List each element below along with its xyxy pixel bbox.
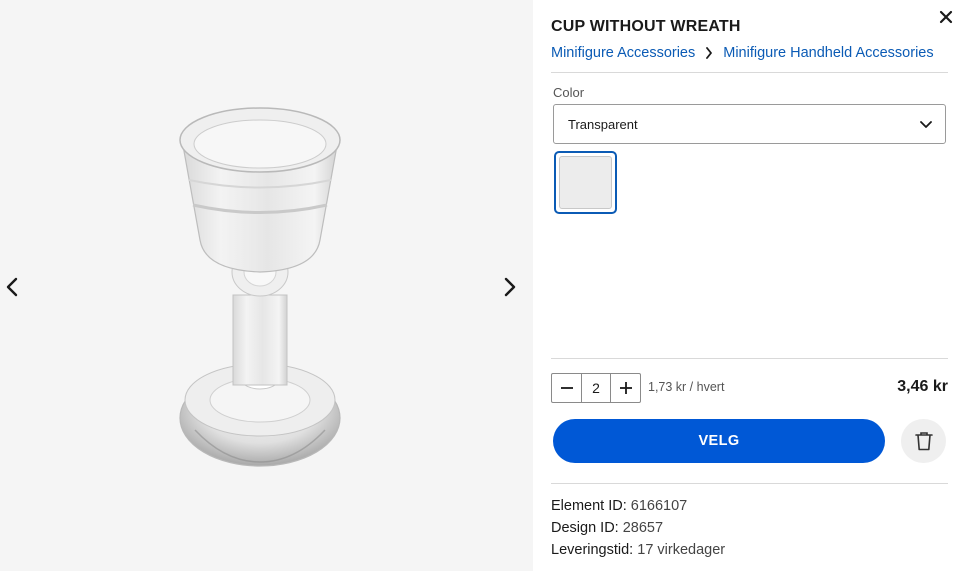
element-id-value: 6166107 [630,498,688,514]
trash-icon [914,432,933,451]
product-image [179,107,341,467]
design-id-label: Design ID: [551,520,619,536]
divider [551,72,948,73]
element-id-row: Element ID: 6166107 [551,498,687,514]
chevron-left-icon [6,277,18,297]
chevron-right-icon [504,277,516,297]
chevron-down-icon [920,120,932,128]
remove-button[interactable] [901,419,946,463]
color-swatch-transparent[interactable] [554,151,617,214]
breadcrumb-link-minifigure-accessories[interactable]: Minifigure Accessories [551,45,695,61]
close-icon [939,10,953,24]
swatch-fill [559,156,612,209]
next-image-button[interactable] [498,274,522,300]
breadcrumb-link-handheld-accessories[interactable]: Minifigure Handheld Accessories [723,45,933,61]
product-details-panel: CUP WITHOUT WREATH Minifigure Accessorie… [533,0,960,571]
product-title: CUP WITHOUT WREATH [551,18,741,35]
delivery-time-label: Leveringstid: [551,542,634,558]
close-button[interactable] [933,6,959,28]
delivery-time-row: Leveringstid: 17 virkedager [551,542,725,558]
delivery-time-value: 17 virkedager [637,542,726,558]
product-viewer [0,0,533,571]
divider [551,358,948,359]
element-id-label: Element ID: [551,498,627,514]
breadcrumb: Minifigure Accessories Minifigure Handhe… [551,45,934,61]
chevron-right-icon [695,47,723,59]
design-id-row: Design ID: 28657 [551,520,663,536]
design-id-value: 28657 [622,520,664,536]
minus-icon [560,387,573,389]
plus-icon [619,382,632,394]
decrease-quantity-button[interactable] [552,374,581,402]
color-select[interactable]: Transparent [553,104,946,144]
color-select-value: Transparent [568,116,638,132]
previous-image-button[interactable] [0,274,24,300]
divider [551,483,948,484]
total-price: 3,46 kr [897,378,948,395]
quantity-input[interactable]: 2 [581,374,611,402]
color-label: Color [553,85,585,100]
increase-quantity-button[interactable] [611,374,640,402]
unit-price: 1,73 kr / hvert [648,380,725,394]
select-button[interactable]: VELG [553,419,885,463]
quantity-stepper: 2 [551,373,641,403]
